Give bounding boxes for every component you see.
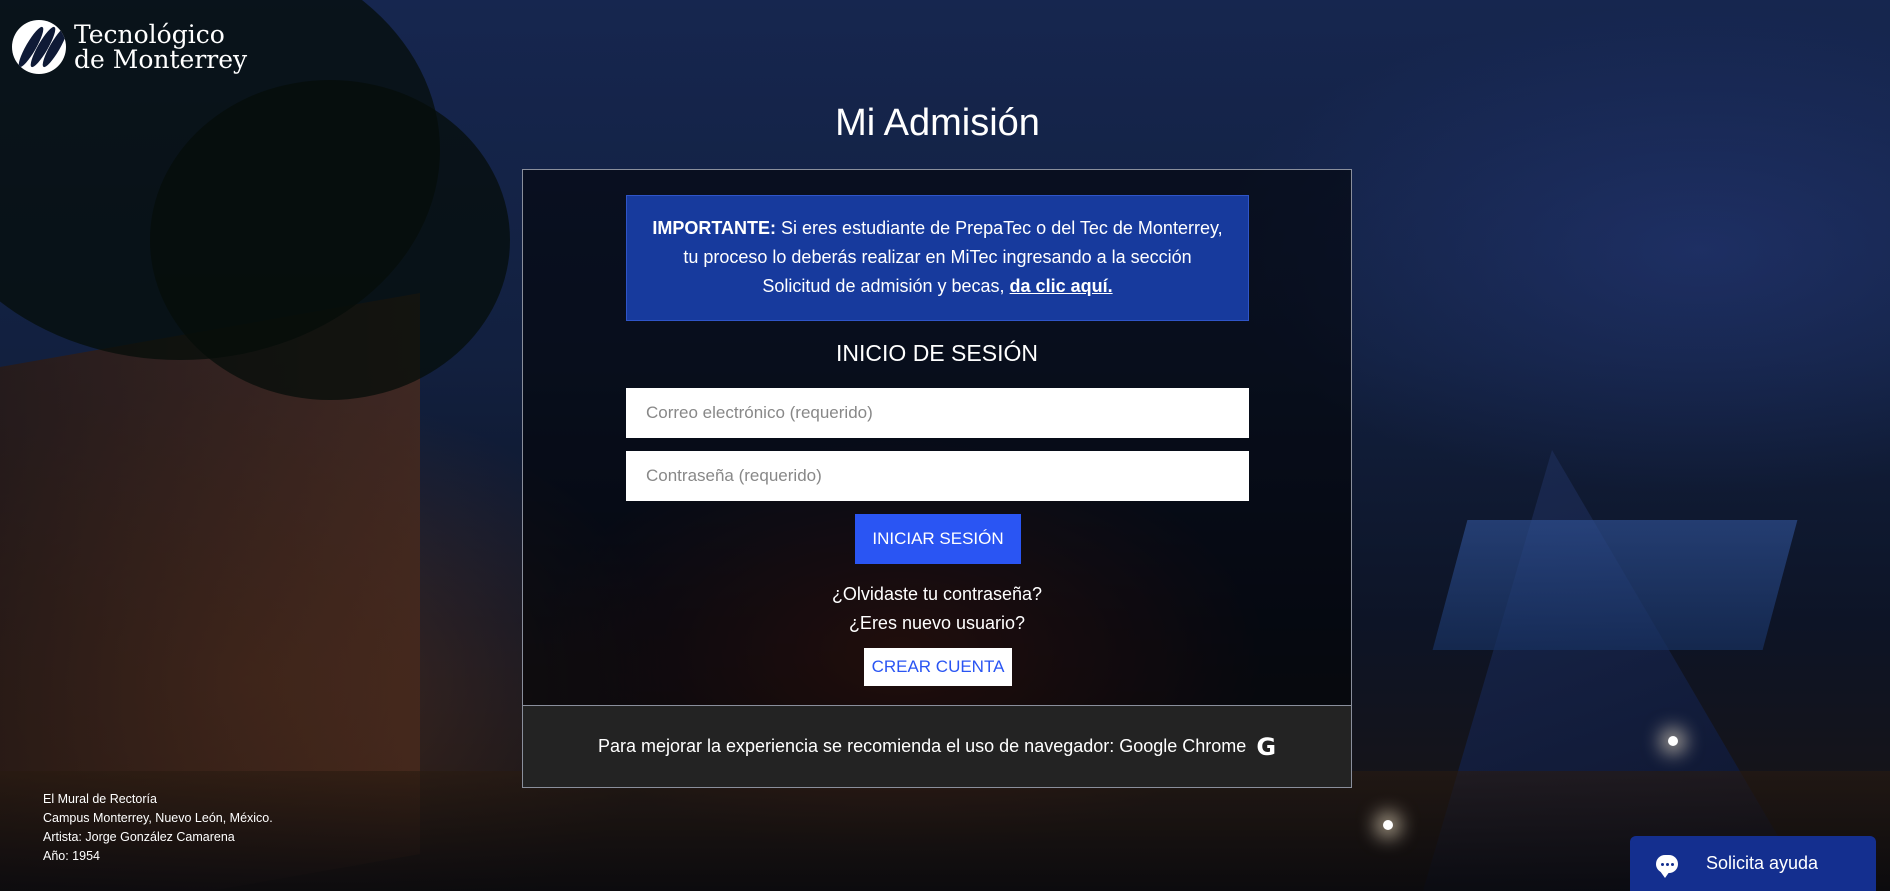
brand-logo[interactable]: Tecnológico de Monterrey [12, 20, 247, 74]
chat-icon [1656, 854, 1678, 878]
credits-line: Año: 1954 [43, 849, 100, 863]
credits-line: Campus Monterrey, Nuevo León, México. [43, 811, 273, 825]
notice-link[interactable]: da clic aquí. [1010, 276, 1113, 296]
login-button[interactable]: INICIAR SESIÓN [855, 514, 1021, 564]
notice-label: IMPORTANTE: [652, 218, 777, 238]
google-icon: G [1256, 732, 1277, 761]
login-card: IMPORTANTE: Si eres estudiante de PrepaT… [522, 169, 1352, 706]
new-user-text: ¿Eres nuevo usuario? [848, 613, 1026, 633]
photo-credits: El Mural de Rectoría Campus Monterrey, N… [43, 790, 273, 866]
logo-icon [12, 20, 66, 74]
important-notice: IMPORTANTE: Si eres estudiante de PrepaT… [626, 195, 1249, 321]
login-heading: INICIO DE SESIÓN [836, 340, 1038, 366]
help-label: Solicita ayuda [1706, 853, 1819, 873]
lamp-light [1383, 820, 1393, 830]
create-account-button[interactable]: CREAR CUENTA [864, 648, 1012, 686]
logo-line-1: Tecnológico [74, 20, 225, 49]
browser-recommendation: Para mejorar la experiencia se recomiend… [522, 706, 1352, 788]
logo-line-2: de Monterrey [74, 45, 248, 74]
email-input[interactable] [626, 388, 1249, 438]
credits-line: El Mural de Rectoría [43, 792, 157, 806]
ground [0, 771, 1890, 891]
credits-line: Artista: Jorge González Camarena [43, 830, 235, 844]
logo-text: Tecnológico de Monterrey [74, 22, 247, 72]
page-title: Mi Admisión [835, 102, 1040, 144]
help-chat-button[interactable]: Solicita ayuda [1630, 836, 1876, 891]
glass-building [1432, 520, 1798, 650]
password-input[interactable] [626, 451, 1249, 501]
browser-recommendation-text: Para mejorar la experiencia se recomiend… [597, 736, 1247, 756]
lamp-light [1668, 736, 1678, 746]
forgot-password-link[interactable]: ¿Olvidaste tu contraseña? [523, 584, 1351, 605]
